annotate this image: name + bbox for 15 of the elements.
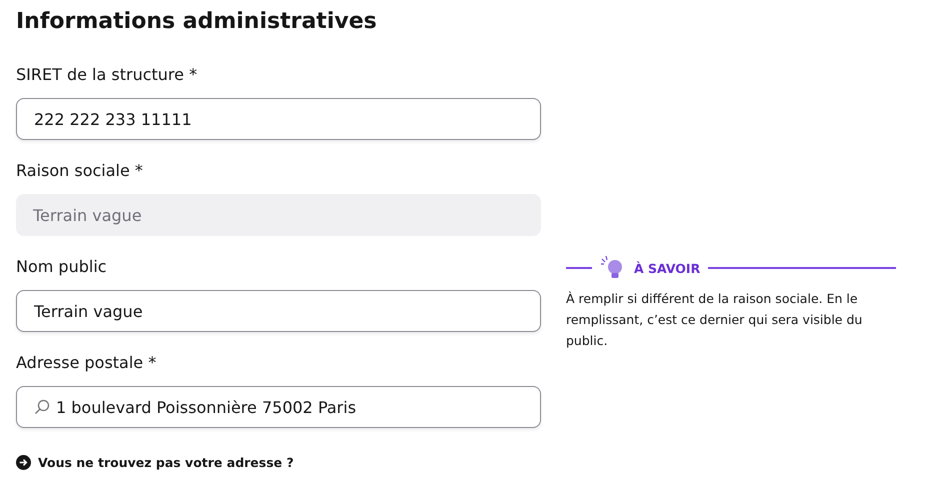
field-label: Raison sociale * [16, 160, 144, 182]
help-link[interactable]: Vous ne trouvez pas votre adresse ? [16, 455, 294, 470]
input-field[interactable]: Terrain vague [16, 290, 541, 332]
section-title: Informations administratives [16, 8, 378, 36]
info-heading: À SAVOIR [634, 260, 700, 276]
field-label: Adresse postale * [16, 352, 158, 374]
search-field[interactable]: 1 boulevard Poissonnière 75002 Paris [16, 386, 541, 428]
field-value[interactable]: Terrain vague [34, 302, 523, 320]
field-label: SIRET de la structure * [16, 64, 198, 86]
search-icon [34, 399, 50, 415]
info-text: À remplir si différent de la raison sociale. En le remplissant, c’est ce dernier qui sera visible du public. [566, 290, 864, 350]
field-value[interactable]: 222 222 233 11111 [34, 110, 523, 128]
field-label: Nom public [16, 256, 108, 278]
field-value[interactable]: 1 boulevard Poissonnière 75002 Paris [56, 398, 523, 416]
input-field[interactable]: 222 222 233 11111 [16, 98, 541, 140]
